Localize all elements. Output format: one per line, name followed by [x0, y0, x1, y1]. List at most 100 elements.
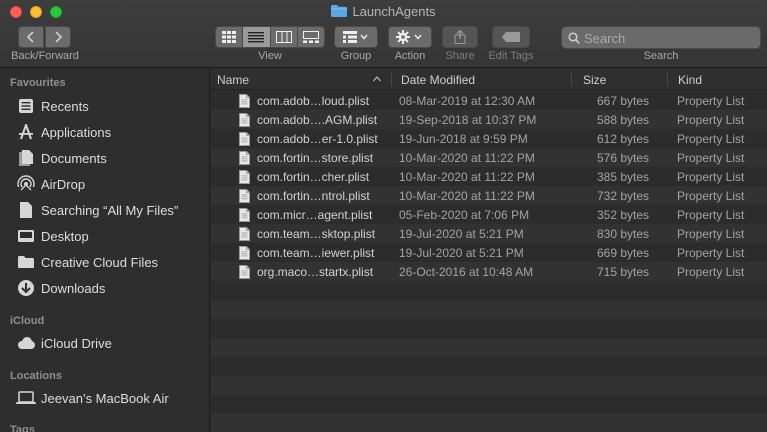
plist-file-icon [239, 227, 250, 241]
table-row[interactable]: com.adob….AGM.plist 19-Sep-2018 at 10:37 … [211, 110, 767, 129]
sidebar-item-label: Recents [41, 98, 89, 114]
view-list-button[interactable] [243, 27, 271, 47]
file-kind: Property List [677, 208, 745, 222]
folder-icon [16, 253, 36, 271]
sidebar-item-label: Desktop [41, 228, 89, 244]
table-row[interactable]: com.adob…er-1.0.plist 19-Jun-2018 at 9:59… [211, 129, 767, 148]
plist-file-icon [239, 265, 250, 279]
file-date-modified: 19-Jul-2020 at 5:21 PM [399, 227, 524, 241]
view-label: View [258, 50, 282, 62]
group-icon [343, 31, 368, 43]
plist-file-icon [239, 189, 250, 203]
table-row[interactable]: com.team…sktop.plist 19-Jul-2020 at 5:21 … [211, 224, 767, 243]
file-kind: Property List [677, 170, 745, 184]
search-field[interactable] [561, 26, 761, 49]
sidebar-item-all-my-files[interactable]: Searching “All My Files” [16, 199, 206, 221]
sidebar-item-label: Documents [41, 150, 107, 166]
plist-file-icon [239, 132, 250, 146]
airdrop-icon [16, 175, 36, 193]
group-label: Group [340, 50, 372, 62]
search-input[interactable] [584, 29, 754, 47]
sidebar-item-icloud-drive[interactable]: iCloud Drive [16, 332, 206, 354]
table-row[interactable]: com.fortin…ntrol.plist 10-Mar-2020 at 11:… [211, 186, 767, 205]
sidebar-item-label: AirDrop [41, 176, 86, 192]
file-size: 385 bytes [597, 170, 650, 184]
file-size: 612 bytes [597, 132, 650, 146]
group-button[interactable] [334, 26, 378, 48]
documents-icon [16, 149, 36, 167]
sidebar-item-label: Jeevan’s MacBook Air [41, 390, 169, 406]
empty-row [211, 319, 767, 338]
plist-file-icon [239, 94, 250, 108]
sidebar-item-downloads[interactable]: Downloads [16, 277, 206, 299]
laptop-icon [16, 389, 36, 407]
table-row[interactable]: com.team…iewer.plist 19-Jul-2020 at 5:21 … [211, 243, 767, 262]
icon-grid-icon [222, 31, 237, 43]
file-size: 667 bytes [597, 94, 650, 108]
file-date-modified: 19-Jun-2018 at 9:59 PM [399, 132, 528, 146]
empty-row [211, 338, 767, 357]
forward-button[interactable] [45, 26, 71, 48]
tag-icon [502, 32, 520, 42]
column-name-header[interactable]: Name [217, 73, 249, 87]
file-name: com.adob….AGM.plist [257, 113, 378, 127]
view-columns-button[interactable] [270, 27, 298, 47]
chevron-left-icon [26, 31, 34, 43]
column-kind-header[interactable]: Kind [678, 73, 702, 87]
file-kind: Property List [677, 227, 745, 241]
locations-header: Locations [10, 370, 62, 382]
sidebar-item-documents[interactable]: Documents [16, 147, 206, 169]
sidebar-item-desktop[interactable]: Desktop [16, 225, 206, 247]
column-size-header[interactable]: Size [583, 73, 606, 87]
sidebar-item-applications[interactable]: Applications [16, 121, 206, 143]
file-name: com.fortin…cher.plist [257, 170, 370, 184]
share-button[interactable] [442, 26, 478, 48]
plist-file-icon [239, 151, 250, 165]
empty-row [211, 414, 767, 432]
file-name: com.adob…er-1.0.plist [257, 132, 378, 146]
sidebar-item-label: iCloud Drive [41, 335, 112, 351]
table-row[interactable]: org.maco…startx.plist 26-Oct-2016 at 10:4… [211, 262, 767, 281]
empty-row [211, 376, 767, 395]
file-date-modified: 08-Mar-2019 at 12:30 AM [399, 94, 536, 108]
folder-icon [331, 5, 348, 17]
file-date-modified: 05-Feb-2020 at 7:06 PM [399, 208, 530, 222]
edit-tags-button[interactable] [492, 26, 530, 48]
file-size: 588 bytes [597, 113, 650, 127]
sidebar-item-label: Searching “All My Files” [41, 202, 179, 218]
file-date-modified: 10-Mar-2020 at 11:22 PM [399, 170, 535, 184]
file-name: com.fortin…store.plist [257, 151, 374, 165]
view-icons-button[interactable] [216, 27, 244, 47]
action-label: Action [394, 50, 426, 62]
table-row[interactable]: com.fortin…cher.plist 10-Mar-2020 at 11:2… [211, 167, 767, 186]
empty-row [211, 281, 767, 300]
file-name: com.fortin…ntrol.plist [257, 189, 370, 203]
table-row[interactable]: com.micr…agent.plist 05-Feb-2020 at 7:06 … [211, 205, 767, 224]
view-gallery-button[interactable] [297, 27, 324, 47]
sidebar-item-recents[interactable]: Recents [16, 95, 206, 117]
table-row[interactable]: com.fortin…store.plist 10-Mar-2020 at 11:… [211, 148, 767, 167]
empty-row [211, 300, 767, 319]
toolbar: LaunchAgents Back/Forward View Group Act… [0, 0, 767, 68]
desktop-icon [16, 227, 36, 245]
empty-row [211, 357, 767, 376]
column-date-header[interactable]: Date Modified [401, 73, 475, 87]
back-button[interactable] [18, 26, 44, 48]
file-kind: Property List [677, 132, 745, 146]
file-name: org.maco…startx.plist [257, 265, 374, 279]
file-size: 830 bytes [597, 227, 650, 241]
file-size: 352 bytes [597, 208, 650, 222]
file-date-modified: 10-Mar-2020 at 11:22 PM [399, 189, 535, 203]
file-date-modified: 19-Jul-2020 at 5:21 PM [399, 246, 524, 260]
sidebar-item-creative-cloud-files[interactable]: Creative Cloud Files [16, 251, 206, 273]
file-list: Name Date Modified Size Kind com.adob…lo… [211, 69, 767, 432]
sidebar-item-label: Creative Cloud Files [41, 254, 159, 270]
file-kind: Property List [677, 246, 745, 260]
tags-header: Tags [10, 424, 35, 432]
sidebar-item-macbook-air[interactable]: Jeevan’s MacBook Air [16, 387, 206, 409]
table-row[interactable]: com.adob…loud.plist 08-Mar-2019 at 12:30 … [211, 91, 767, 110]
file-name: com.adob…loud.plist [257, 94, 370, 108]
sidebar-item-airdrop[interactable]: AirDrop [16, 173, 206, 195]
action-button[interactable] [388, 26, 432, 48]
file-date-modified: 10-Mar-2020 at 11:22 PM [399, 151, 535, 165]
